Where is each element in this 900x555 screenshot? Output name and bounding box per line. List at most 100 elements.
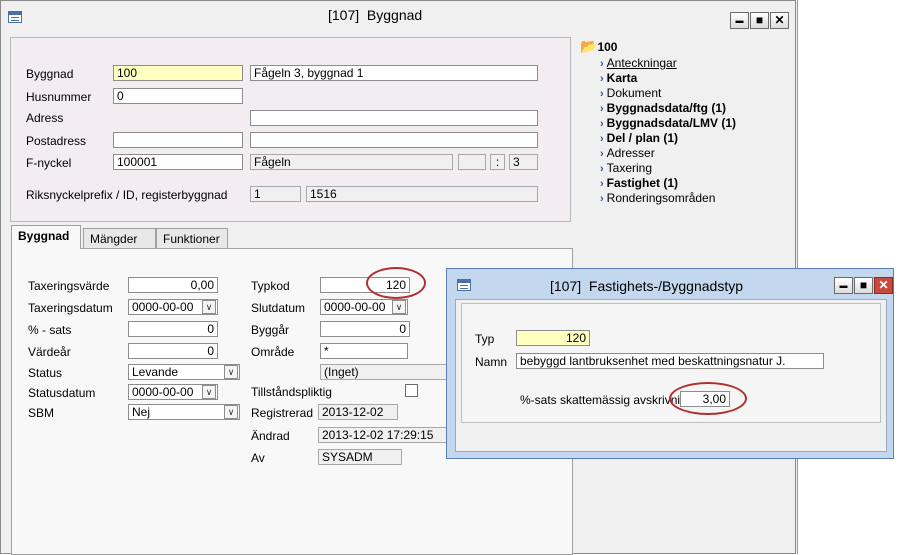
chevron-right-icon: › bbox=[600, 148, 604, 160]
sidebar-item-label: Dokument bbox=[606, 86, 662, 100]
byggar-field[interactable]: 0 bbox=[320, 321, 410, 337]
chevron-right-icon: › bbox=[600, 193, 604, 205]
namn-label: Namn bbox=[475, 355, 508, 369]
postort-field[interactable] bbox=[250, 132, 538, 148]
popup-titlebar: [107] Fastighets-/Byggnadstyp ▬ ■ ✕ bbox=[447, 269, 893, 297]
sidebar-item-adresser[interactable]: › Adresser bbox=[600, 146, 655, 160]
byggnad-label: Byggnad bbox=[26, 67, 74, 81]
av-field: SYSADM bbox=[318, 449, 402, 465]
fnyckel-separator: : bbox=[490, 154, 505, 170]
omrade-field[interactable]: * bbox=[320, 343, 408, 359]
av-label: Av bbox=[251, 451, 265, 465]
sidebar-item-fastighet-1[interactable]: › Fastighet (1) bbox=[600, 176, 678, 190]
omrade-name-field: (Inget) bbox=[320, 364, 450, 380]
namn-field[interactable]: bebyggd lantbruksenhet med beskattningsn… bbox=[516, 353, 824, 369]
slutdatum-value: 0000-00-00 bbox=[324, 300, 386, 314]
typ-label: Typ bbox=[475, 332, 495, 346]
registrerad-field: 2013-12-02 bbox=[318, 404, 398, 420]
popup-close-button[interactable]: ✕ bbox=[874, 277, 893, 294]
minimize-button[interactable]: ▬ bbox=[730, 12, 749, 29]
sidebar-item-karta[interactable]: › Karta bbox=[600, 71, 637, 85]
chevron-right-icon: › bbox=[600, 88, 604, 100]
statusdatum-picker[interactable]: 0000-00-00 ∨ bbox=[128, 384, 218, 400]
chevron-down-icon[interactable]: ∨ bbox=[202, 300, 216, 314]
sidebar-item-dokument[interactable]: › Dokument bbox=[600, 86, 661, 100]
fnyckel-id-field[interactable]: 100001 bbox=[113, 154, 243, 170]
chevron-down-icon[interactable]: ∨ bbox=[392, 300, 406, 314]
maximize-button[interactable]: ■ bbox=[750, 12, 769, 29]
chevron-down-icon[interactable]: ∨ bbox=[224, 405, 238, 419]
tillstandspliktig-label: Tillståndspliktig bbox=[251, 385, 332, 399]
sidebar-item-byggnadsdata-ftg-1[interactable]: › Byggnadsdata/ftg (1) bbox=[600, 101, 726, 115]
sbm-label: SBM bbox=[28, 406, 55, 420]
byggnad-name-field[interactable]: Fågeln 3, byggnad 1 bbox=[250, 65, 538, 81]
typkod-highlight-circle bbox=[366, 267, 426, 299]
postadress-label: Postadress bbox=[26, 134, 87, 148]
tab-funktioner[interactable]: Funktioner bbox=[156, 228, 228, 250]
status-value: Levande bbox=[132, 365, 179, 379]
sidebar-item-label: Taxering bbox=[606, 161, 653, 175]
fnyckel-name-field: Fågeln bbox=[250, 154, 453, 170]
procent-sats-field[interactable]: 0 bbox=[128, 321, 218, 337]
sbm-value: Nej bbox=[132, 405, 151, 419]
sats-highlight-circle bbox=[669, 382, 747, 415]
postnummer-field[interactable] bbox=[113, 132, 243, 148]
chevron-down-icon[interactable]: ∨ bbox=[202, 385, 216, 399]
sidebar-item-byggnadsdata-lmv-1[interactable]: › Byggnadsdata/LMV (1) bbox=[600, 116, 736, 130]
sidebar-item-label: Ronderingsområden bbox=[606, 191, 716, 205]
fnyckel-part2-field: 3 bbox=[509, 154, 538, 170]
registrerad-label: Registrerad bbox=[251, 406, 314, 420]
chevron-right-icon: › bbox=[600, 103, 604, 115]
main-titlebar: [107] Byggnad ▬ ■ ✕ bbox=[1, 1, 795, 29]
riksnyckel-prefix-field: 1 bbox=[250, 186, 301, 202]
tab-byggnad[interactable]: Byggnad bbox=[11, 225, 81, 249]
window-menu-icon[interactable] bbox=[8, 11, 22, 23]
taxeringsvarde-field[interactable]: 0,00 bbox=[128, 277, 218, 293]
sidebar-item-label: Karta bbox=[606, 71, 638, 85]
typ-field[interactable]: 120 bbox=[516, 330, 590, 346]
slutdatum-label: Slutdatum bbox=[251, 301, 306, 315]
sidebar-root-label: 100 bbox=[597, 40, 618, 54]
typkod-label: Typkod bbox=[251, 279, 290, 293]
chevron-down-icon[interactable]: ∨ bbox=[224, 365, 238, 379]
tillstandspliktig-checkbox[interactable] bbox=[405, 384, 418, 397]
sidebar-item-del-plan-1[interactable]: › Del / plan (1) bbox=[600, 131, 678, 145]
statusdatum-value: 0000-00-00 bbox=[132, 385, 194, 399]
sidebar-item-label: Del / plan (1) bbox=[606, 131, 679, 145]
taxeringsvarde-label: Taxeringsvärde bbox=[28, 279, 110, 293]
sidebar-item-label: Fastighet (1) bbox=[606, 176, 679, 190]
fnyckel-label: F-nyckel bbox=[26, 156, 72, 170]
husnummer-field[interactable]: 0 bbox=[113, 88, 243, 104]
close-button[interactable]: ✕ bbox=[770, 12, 789, 29]
riksnyckel-label: Riksnyckelprefix / ID, registerbyggnad bbox=[26, 188, 228, 202]
window-menu-icon[interactable] bbox=[457, 279, 471, 291]
popup-maximize-button[interactable]: ■ bbox=[854, 277, 873, 294]
omrade-label: Område bbox=[251, 345, 295, 359]
sidebar-item-taxering[interactable]: › Taxering bbox=[600, 161, 652, 175]
procent-sats-label: % - sats bbox=[28, 323, 72, 337]
slutdatum-picker[interactable]: 0000-00-00 ∨ bbox=[320, 299, 408, 315]
adress-field[interactable] bbox=[250, 110, 538, 126]
taxeringsdatum-value: 0000-00-00 bbox=[132, 300, 194, 314]
sidebar-item-anteckningar[interactable]: › Anteckningar bbox=[600, 56, 677, 70]
sidebar-item-label: Byggnadsdata/ftg (1) bbox=[606, 101, 727, 115]
status-label: Status bbox=[28, 366, 63, 380]
andrad-field: 2013-12-02 17:29:15 bbox=[318, 427, 448, 443]
byggnad-id-field[interactable]: 100 bbox=[113, 65, 243, 81]
taxeringsdatum-label: Taxeringsdatum bbox=[28, 301, 113, 315]
chevron-right-icon: › bbox=[600, 73, 604, 85]
chevron-right-icon: › bbox=[600, 118, 604, 130]
popup-window-title: [107] Fastighets-/Byggnadstyp bbox=[550, 278, 743, 294]
typ-popup-window: [107] Fastighets-/Byggnadstyp ▬ ■ ✕ Typ … bbox=[446, 268, 894, 459]
chevron-right-icon: › bbox=[600, 163, 604, 175]
vardear-field[interactable]: 0 bbox=[128, 343, 218, 359]
tab-mangder[interactable]: Mängder bbox=[83, 228, 156, 250]
popup-minimize-button[interactable]: ▬ bbox=[834, 277, 853, 294]
sidebar-item-ronderingsområden[interactable]: › Ronderingsområden bbox=[600, 191, 715, 205]
status-select[interactable]: Levande ∨ bbox=[128, 364, 240, 380]
sbm-select[interactable]: Nej ∨ bbox=[128, 404, 240, 420]
vardear-label: Värdeår bbox=[28, 345, 71, 359]
sidebar-root[interactable]: 📂100 bbox=[580, 38, 617, 55]
taxeringsdatum-picker[interactable]: 0000-00-00 ∨ bbox=[128, 299, 218, 315]
chevron-right-icon: › bbox=[600, 58, 604, 70]
